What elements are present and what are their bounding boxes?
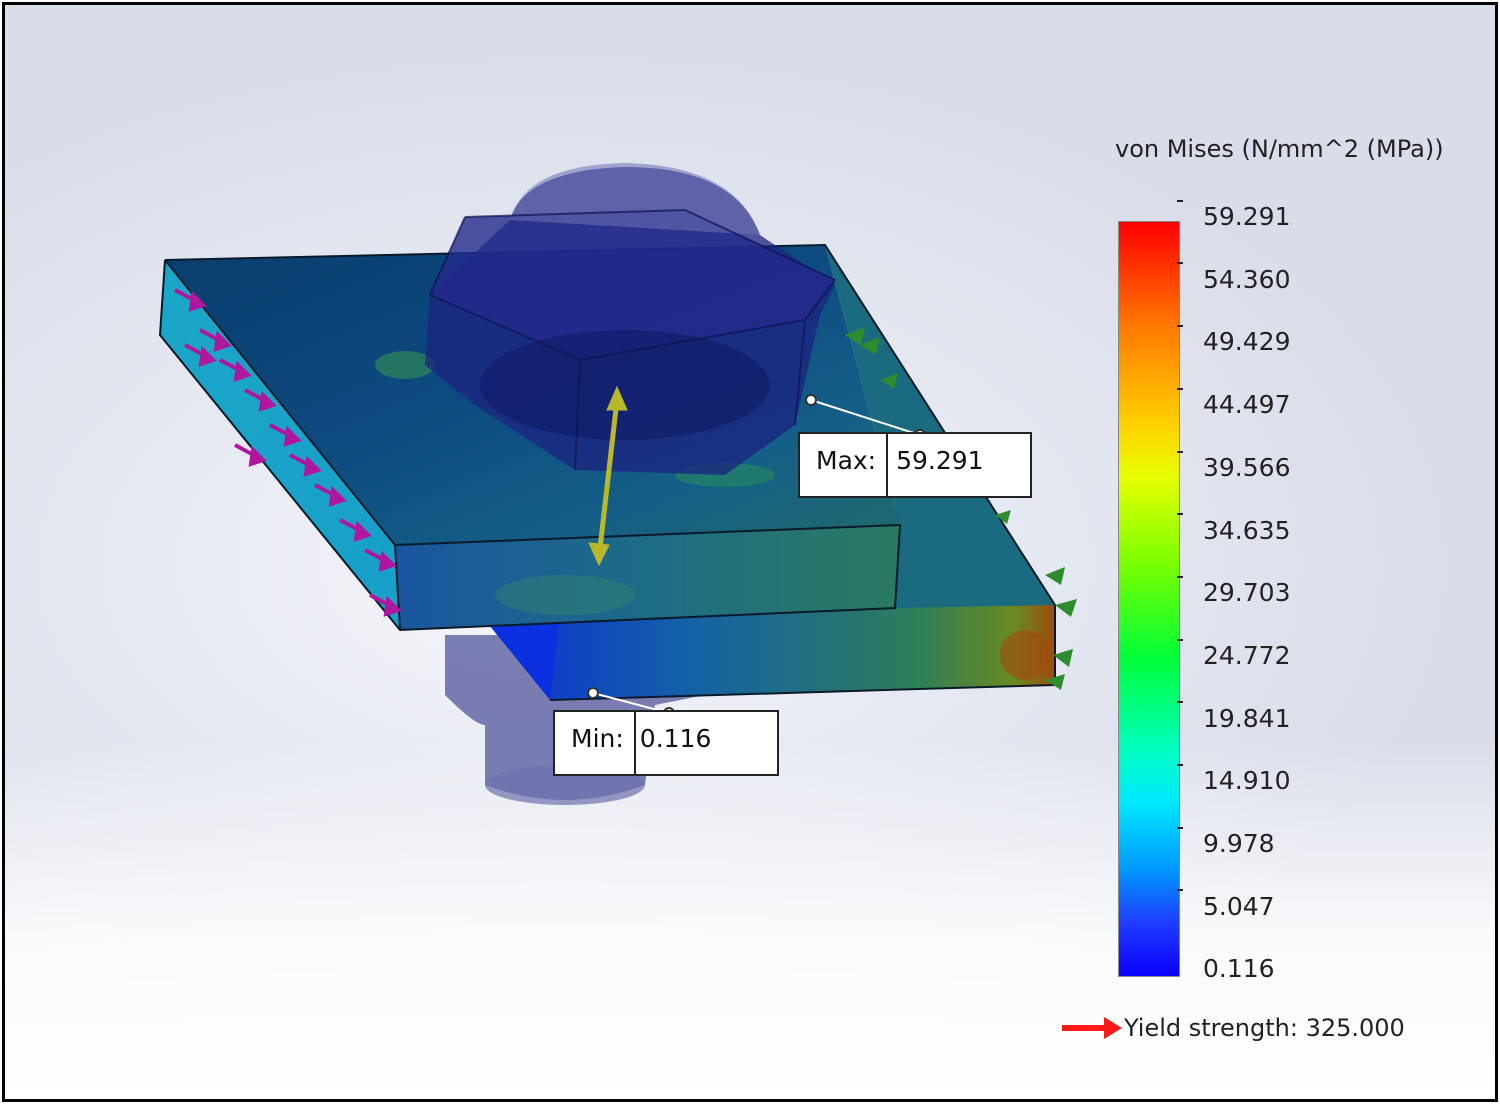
simulation-viewport[interactable]: Max: 59.291 Min: 0.116 von Mises (N/mm^2…	[2, 2, 1498, 1102]
legend-tick	[1177, 262, 1183, 265]
min-callout[interactable]: Min: 0.116	[553, 710, 779, 776]
legend-tick	[1177, 387, 1183, 390]
legend-value: 29.703	[1203, 578, 1291, 608]
fea-model-view[interactable]	[5, 5, 1495, 1099]
legend-tick	[1177, 325, 1183, 328]
color-bar-ticks	[1177, 199, 1187, 975]
legend-value: 34.635	[1203, 515, 1291, 545]
max-callout[interactable]: Max: 59.291	[798, 432, 1032, 498]
legend-tick	[1177, 764, 1183, 766]
legend-tick	[1177, 826, 1183, 829]
legend-tick	[1177, 638, 1183, 641]
min-callout-key: Min:	[555, 712, 636, 774]
legend-value: 14.910	[1203, 766, 1291, 796]
stress-color-bar	[1118, 221, 1180, 977]
legend-value: 24.772	[1203, 640, 1291, 670]
legend-tick	[1177, 575, 1183, 578]
legend-title: von Mises (N/mm^2 (MPa))	[1115, 135, 1444, 163]
max-callout-value: 59.291	[896, 446, 984, 475]
legend-tick	[1177, 889, 1183, 892]
legend-value: 59.291	[1203, 202, 1291, 231]
legend-tick	[1177, 701, 1183, 704]
legend-value: 19.841	[1203, 703, 1291, 733]
legend-value: 54.360	[1203, 264, 1291, 294]
legend-tick	[1177, 513, 1183, 516]
legend-value: 44.497	[1203, 390, 1291, 420]
legend-value: 39.566	[1203, 452, 1291, 482]
legend-tick	[1177, 199, 1183, 202]
yield-arrow-icon	[1062, 1017, 1122, 1039]
min-callout-value: 0.116	[639, 724, 712, 753]
legend-value: 49.429	[1203, 327, 1291, 357]
yield-strength-indicator: Yield strength: 325.000	[1060, 1013, 1405, 1043]
legend-value: 0.116	[1203, 954, 1275, 984]
legend-value: 5.047	[1203, 891, 1275, 921]
legend-tick	[1177, 450, 1183, 453]
yield-strength-label: Yield strength: 325.000	[1124, 1014, 1405, 1042]
max-callout-key: Max:	[800, 434, 889, 496]
legend-value: 9.978	[1203, 829, 1275, 858]
